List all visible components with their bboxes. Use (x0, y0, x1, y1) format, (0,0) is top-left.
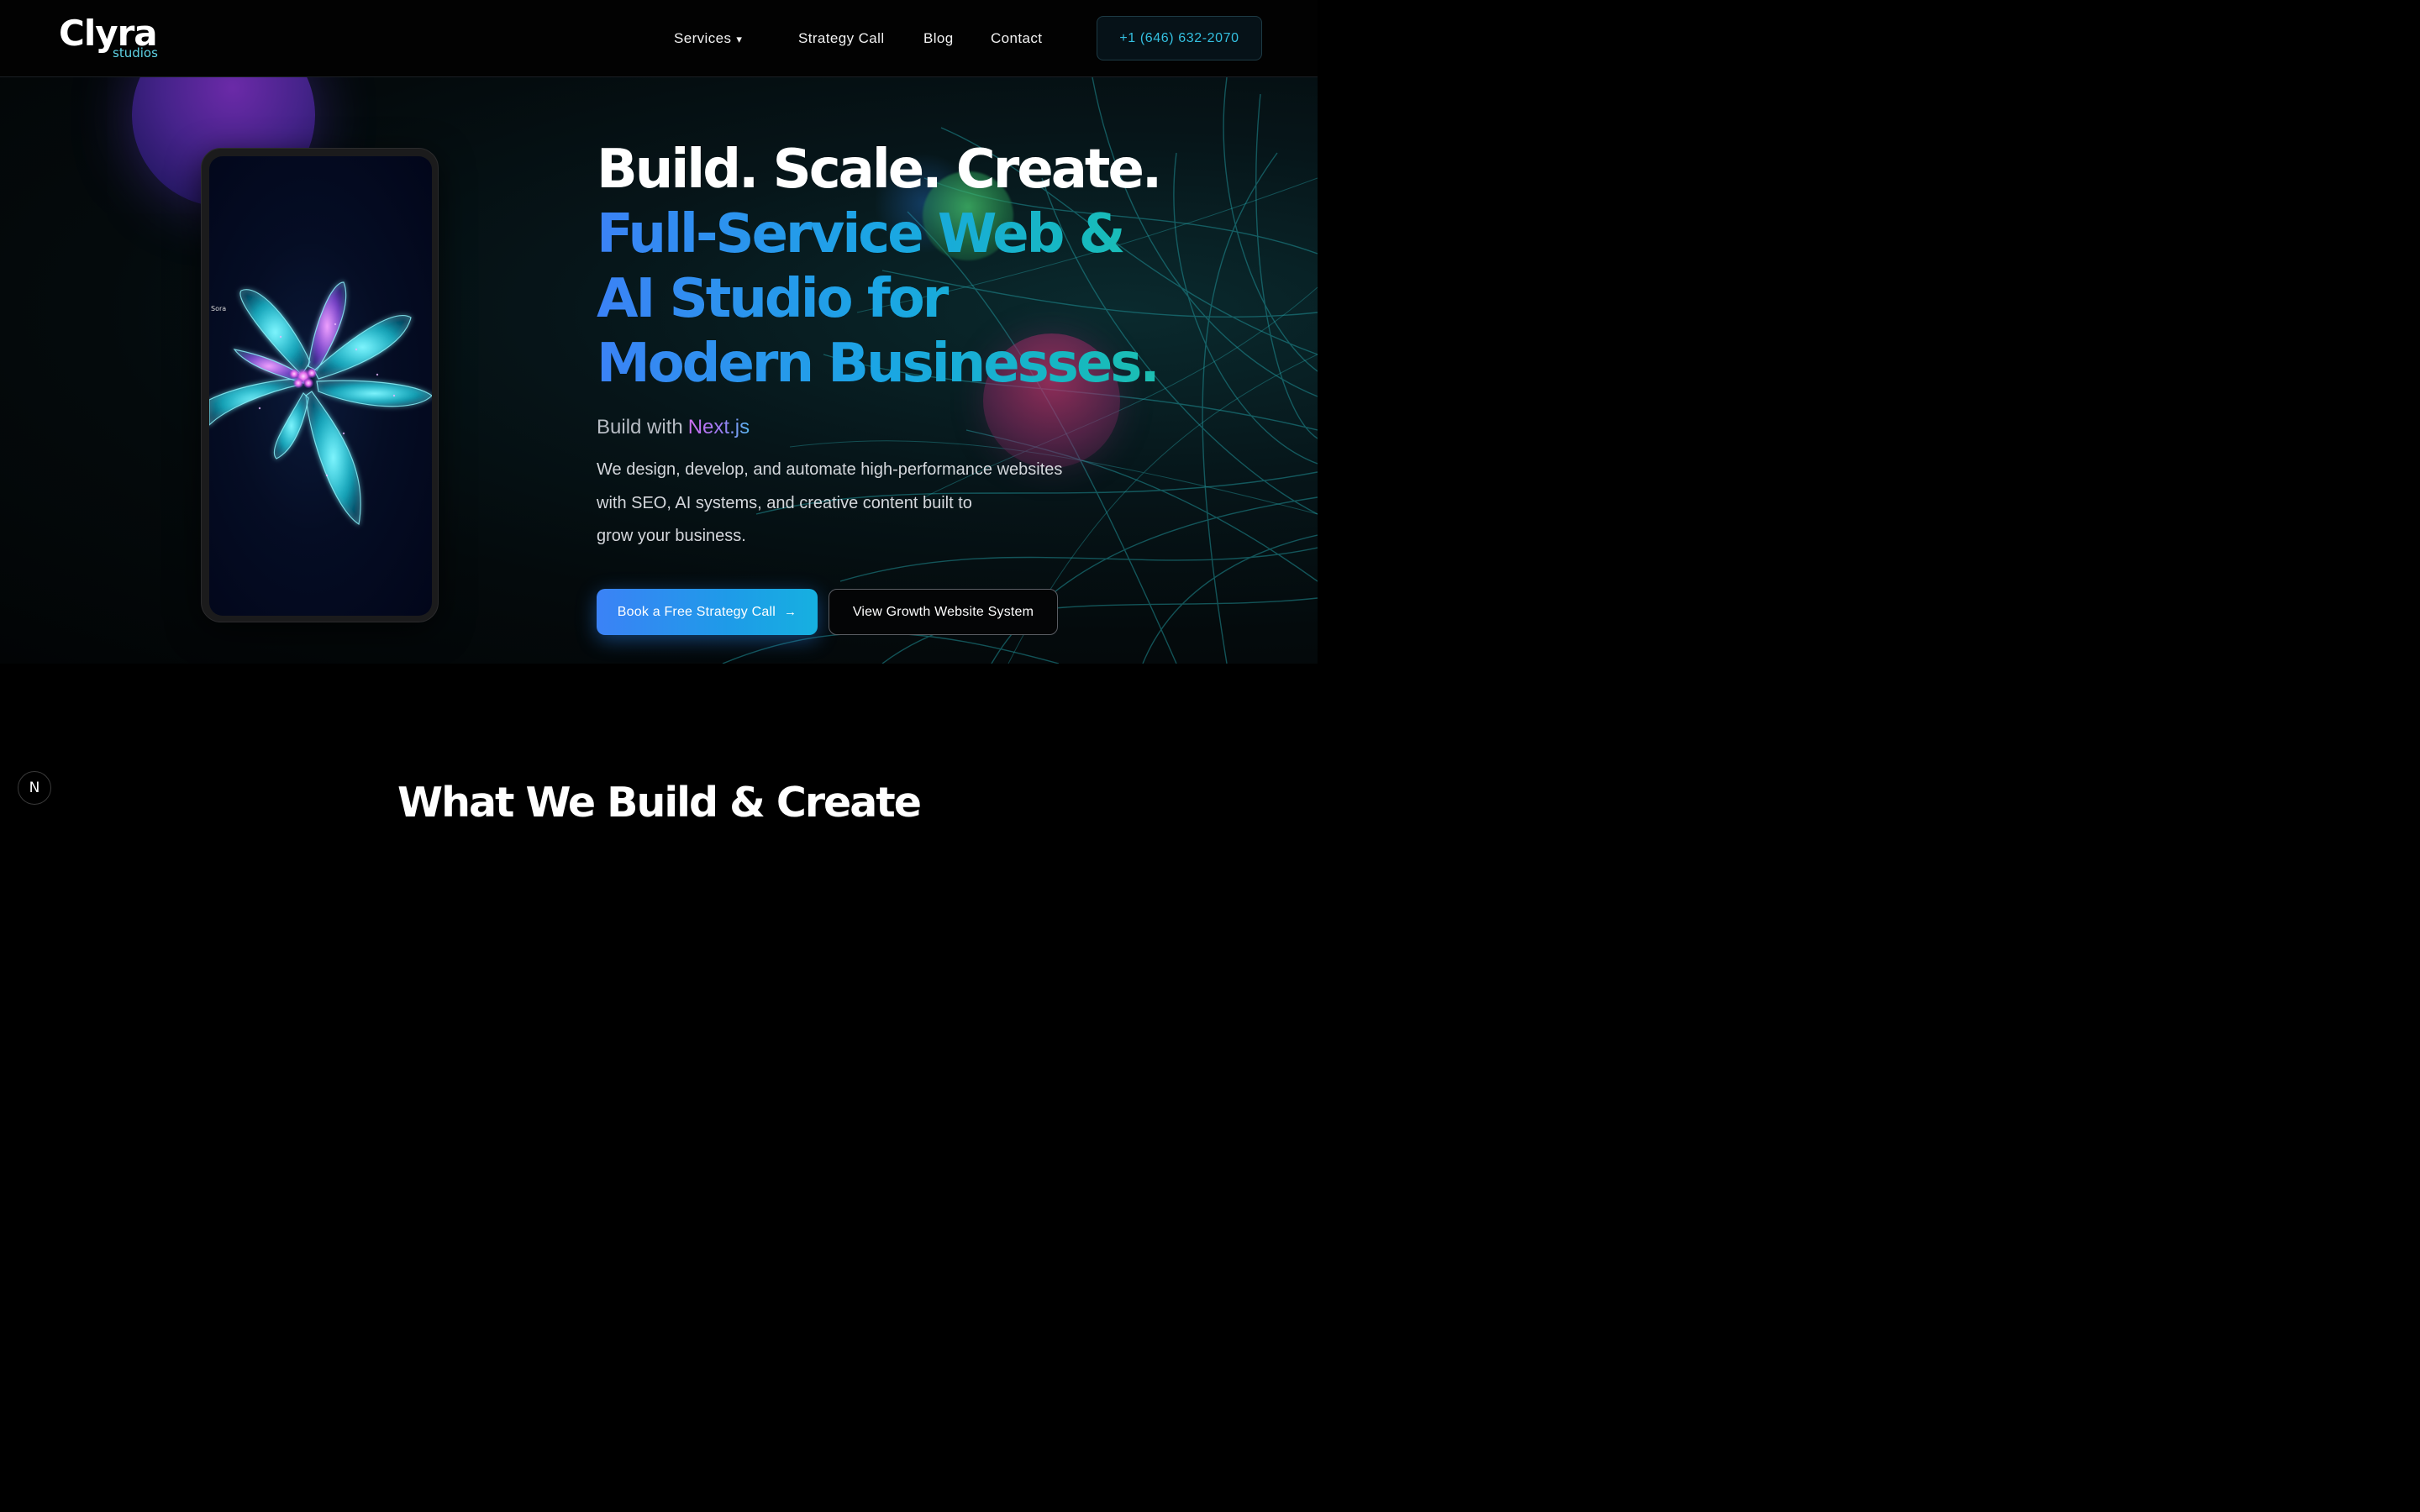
nav-item-services[interactable]: Services ▾ (674, 30, 742, 47)
nav-item-strategy-call[interactable]: Strategy Call (798, 30, 885, 47)
nav-item-label: Strategy Call (798, 30, 885, 46)
button-label: Book a Free Strategy Call (617, 604, 776, 619)
build-with-label: Build with (597, 416, 683, 438)
nav-item-label: Blog (923, 30, 954, 46)
nextjs-dev-badge[interactable]: N (18, 771, 51, 805)
site-header: Clyra studios Services ▾ Strategy Call Bl… (0, 0, 1318, 77)
build-with-tech: Next.js (687, 416, 750, 438)
view-growth-system-button[interactable]: View Growth Website System (829, 589, 1058, 635)
device-caption: Sora (211, 305, 227, 312)
description-line: with SEO, AI systems, and creative conte… (597, 493, 972, 512)
section-title: What We Build & Create (397, 779, 922, 823)
brand-logo[interactable]: Clyra studios (59, 12, 176, 64)
hero-description: We design, develop, and automate high-pe… (597, 454, 1118, 554)
arrow-right-icon: → (784, 605, 797, 619)
hero-section: Sora Build. Scale. Create. Full-Service … (0, 77, 1318, 664)
headline-line-1: Build. Scale. Create. (597, 139, 1162, 201)
logo-subtitle: studios (113, 45, 158, 60)
nav-item-contact[interactable]: Contact (991, 30, 1042, 47)
nav-item-label: Services (674, 30, 732, 46)
chevron-down-icon: ▾ (736, 33, 743, 45)
headline-line-4: Modern Businesses. (597, 332, 1235, 396)
nav-item-label: Contact (991, 30, 1043, 46)
page: Clyra studios Services ▾ Strategy Call Bl… (0, 0, 1318, 823)
phone-mockup: Sora (201, 148, 439, 622)
glowing-flower-image (209, 281, 432, 525)
button-label: View Growth Website System (852, 604, 1034, 619)
book-strategy-call-button[interactable]: Book a Free Strategy Call → (597, 589, 818, 635)
phone-button[interactable]: +1 (646) 632-2070 (1097, 16, 1262, 60)
headline-line-2: Full-Service Web & (597, 202, 1235, 267)
nextjs-logo-icon: N (29, 780, 40, 796)
nav-item-blog[interactable]: Blog (923, 30, 954, 47)
description-line: grow your business. (597, 527, 746, 545)
headline-line-3: AI Studio for (597, 267, 1235, 332)
build-with-line: Build with Next.js (597, 416, 750, 439)
phone-screen: Sora (209, 156, 432, 616)
description-line: We design, develop, and automate high-pe… (597, 460, 1063, 479)
hero-headline: Build. Scale. Create. Full-Service Web &… (597, 138, 1235, 396)
